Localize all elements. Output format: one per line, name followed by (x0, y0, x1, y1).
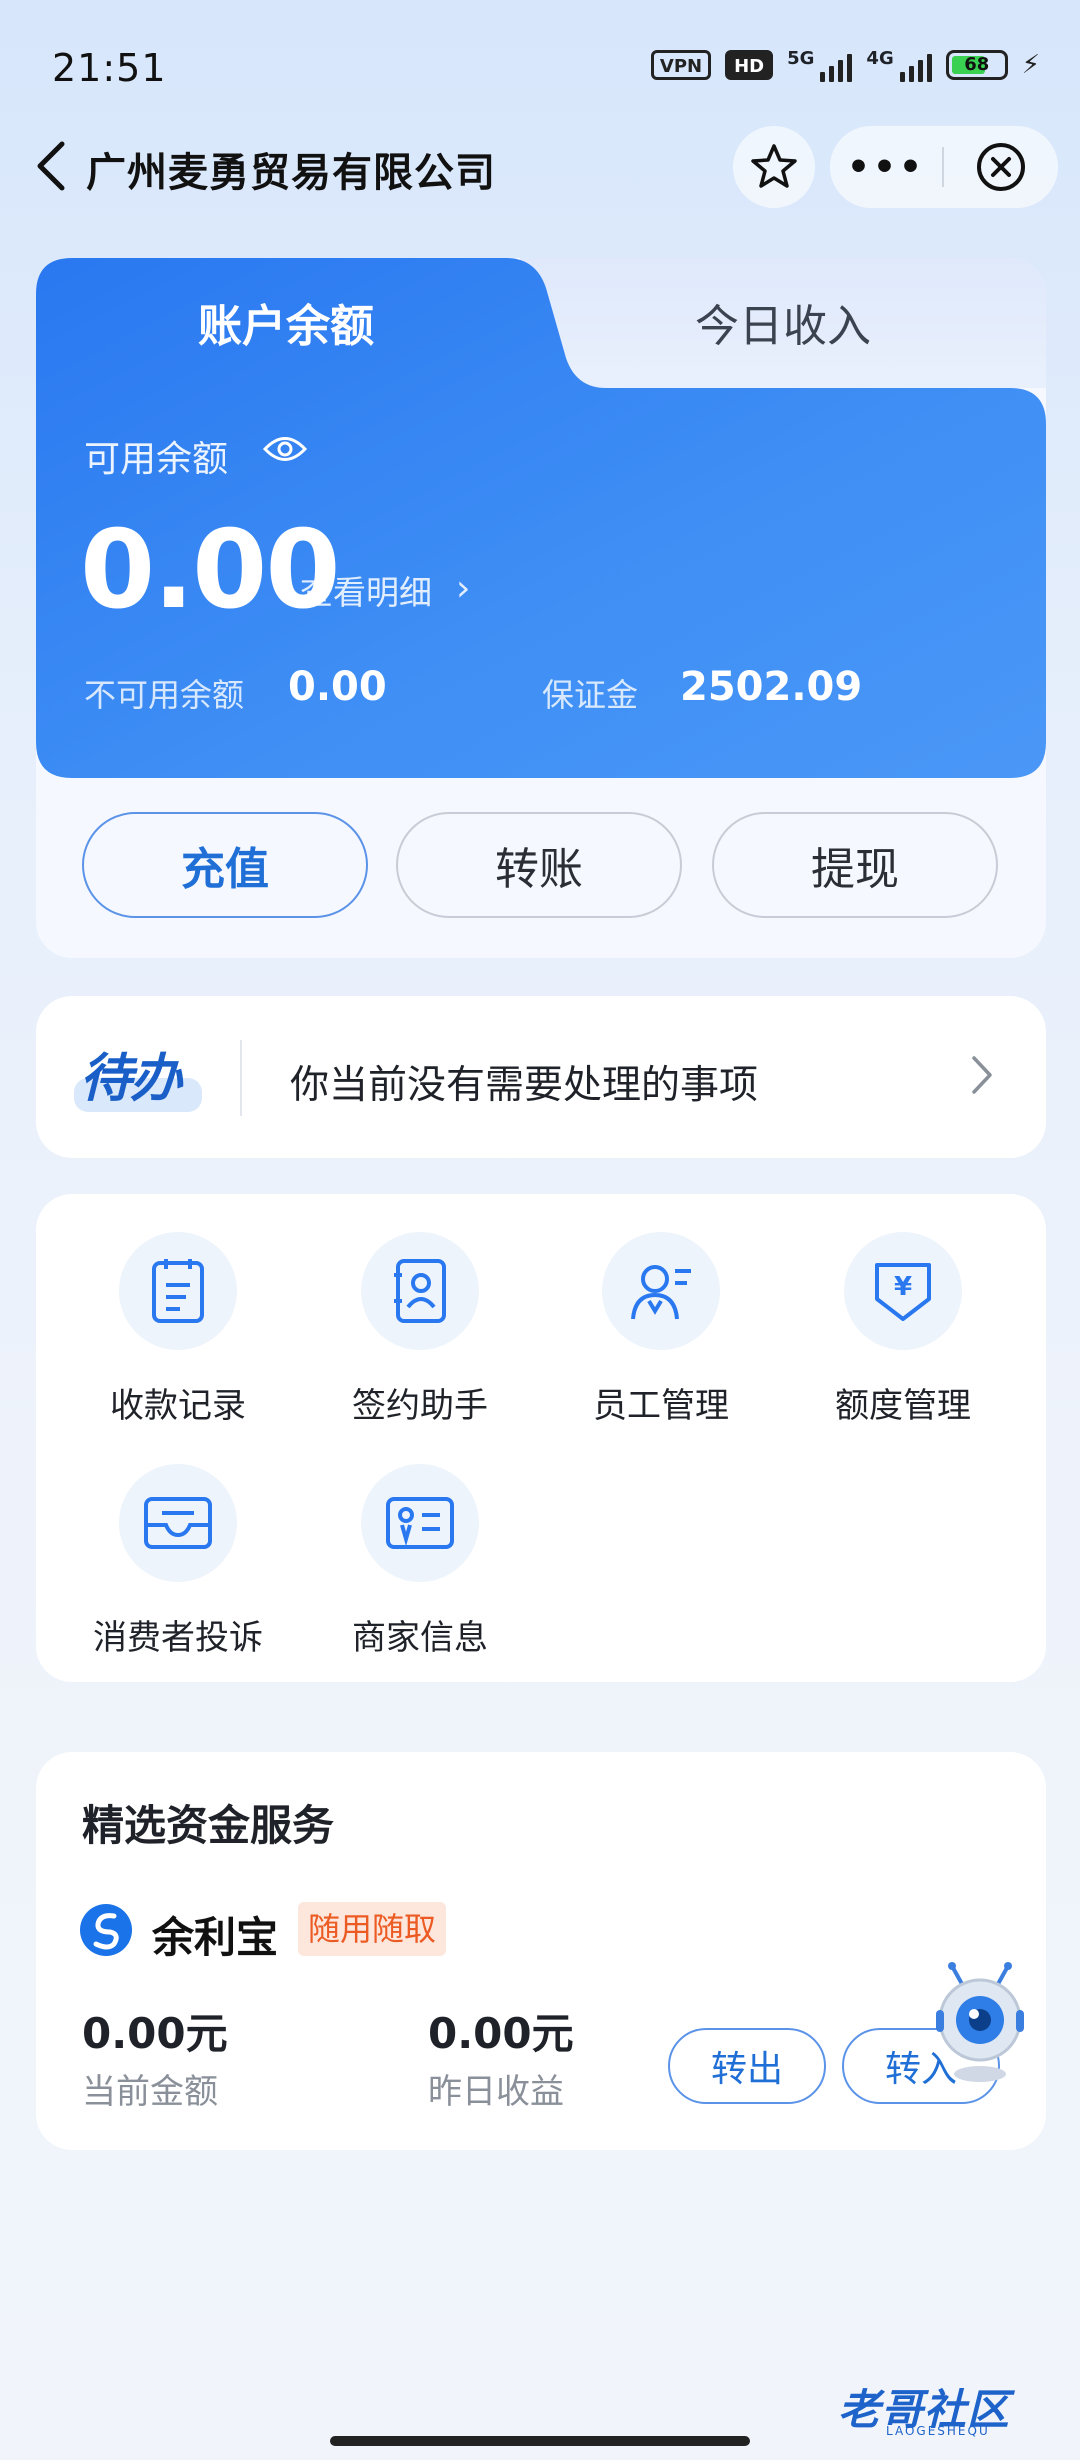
transfer-button[interactable]: 转账 (396, 812, 682, 918)
close-button[interactable] (944, 141, 1058, 193)
product-tag: 随用随取 (298, 1902, 447, 1956)
deposit-label: 保证金 (542, 676, 639, 714)
status-icons: VPN HD 5G 4G 68 ⚡ (650, 48, 1040, 82)
yesterday-earnings: 0.00元 (428, 2009, 574, 2058)
recharge-button[interactable]: 充值 (82, 812, 368, 918)
withdraw-button[interactable]: 提现 (712, 812, 998, 918)
charging-icon: ⚡ (1021, 50, 1040, 80)
chevron-left-icon (37, 141, 65, 191)
watermark-subtitle: LAOGESHEQU (886, 2424, 990, 2438)
service-consumer-complaints[interactable]: 消费者投诉 (63, 1464, 293, 1659)
product-name[interactable]: 余利宝 (152, 1904, 278, 1965)
service-label: 额度管理 (835, 1386, 971, 1426)
unavailable-balance-label: 不可用余额 (84, 676, 245, 714)
todo-logo: 待办 (80, 1049, 182, 1109)
service-staff-management[interactable]: 员工管理 (546, 1232, 776, 1427)
chevron-right-icon: › (456, 568, 471, 609)
transfer-out-button[interactable]: 转出 (668, 2028, 826, 2104)
deposit-amount: 2502.09 (680, 664, 863, 710)
unavailable-balance-amount: 0.00 (288, 664, 387, 710)
receipt-icon (119, 1232, 237, 1350)
back-button[interactable] (28, 136, 78, 196)
service-merchant-info[interactable]: 商家信息 (305, 1464, 535, 1659)
view-details-link[interactable]: 查看明细 (300, 566, 432, 614)
service-label: 商家信息 (352, 1618, 488, 1658)
chevron-right-icon (972, 1056, 992, 1094)
fund-section-title: 精选资金服务 (82, 1801, 335, 1850)
service-signing-assistant[interactable]: 签约助手 (305, 1232, 535, 1427)
svg-text:¥: ¥ (894, 1272, 912, 1302)
service-label: 员工管理 (593, 1386, 729, 1426)
close-circle-icon (977, 143, 1025, 191)
todo-message: 你当前没有需要处理的事项 (290, 1063, 759, 1108)
tab-account-balance[interactable]: 账户余额 (36, 290, 536, 354)
yulibao-logo-icon (80, 1904, 132, 1956)
page-title: 广州麦勇贸易有限公司 (86, 150, 496, 196)
service-label: 签约助手 (352, 1386, 488, 1426)
assistant-mascot-icon[interactable] (928, 1962, 1032, 2088)
vpn-badge: VPN (650, 50, 712, 80)
current-amount: 0.00元 (82, 2009, 228, 2058)
available-balance-label: 可用余额 (84, 439, 229, 480)
mini-program-capsule: ••• (830, 126, 1058, 208)
tab-today-income[interactable]: 今日收入 (520, 290, 1046, 354)
battery-icon: 68 (945, 50, 1008, 80)
yesterday-earnings-label: 昨日收益 (428, 2072, 564, 2112)
todo-divider (240, 1040, 242, 1116)
favorite-button[interactable] (733, 126, 815, 208)
service-collection-records[interactable]: 收款记录 (63, 1232, 293, 1427)
mail-tray-icon (119, 1464, 237, 1582)
signal-4g-icon: 4G (866, 48, 932, 82)
yen-shield-icon: ¥ (844, 1232, 962, 1350)
current-amount-label: 当前金额 (82, 2072, 218, 2112)
service-quota-management[interactable]: ¥ 额度管理 (788, 1232, 1018, 1427)
eye-icon[interactable] (262, 432, 308, 466)
id-card-icon (361, 1464, 479, 1582)
service-label: 消费者投诉 (93, 1618, 263, 1658)
contract-book-icon (361, 1232, 479, 1350)
hd-badge: HD (725, 50, 774, 80)
signal-5g-icon: 5G (787, 48, 853, 82)
status-time: 21:51 (52, 46, 167, 90)
service-label: 收款记录 (110, 1386, 246, 1426)
star-icon (751, 144, 797, 188)
more-button[interactable]: ••• (830, 147, 942, 188)
staff-icon (602, 1232, 720, 1350)
home-indicator[interactable] (330, 2436, 750, 2446)
